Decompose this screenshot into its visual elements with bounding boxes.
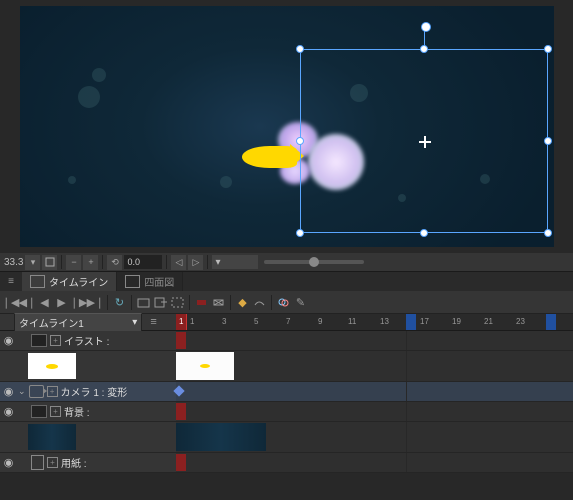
new-folder-icon[interactable]	[136, 295, 151, 310]
resize-handle-ne[interactable]	[544, 45, 552, 53]
timeline-panel-icon	[30, 275, 45, 288]
step-fwd-icon[interactable]: ❘▶	[71, 295, 86, 310]
goto-start-icon[interactable]: ❘◀	[3, 295, 18, 310]
visibility-icon[interactable]: ◉	[2, 405, 15, 418]
interpolate-icon[interactable]	[252, 295, 267, 310]
clip[interactable]	[176, 454, 186, 471]
bg-bubble	[92, 68, 106, 82]
tab-fourview[interactable]: 四面図	[117, 272, 183, 291]
onion-skin-icon[interactable]	[276, 295, 291, 310]
track-header-paper[interactable]: ◉ + 用紙 :	[0, 453, 176, 472]
expand-icon[interactable]: +	[50, 335, 61, 346]
zoom-dropdown[interactable]: ▾	[25, 255, 40, 270]
camera-icon	[29, 385, 44, 398]
resize-handle-se[interactable]	[544, 229, 552, 237]
zoom-out-icon[interactable]: −	[66, 255, 81, 270]
resize-handle-w[interactable]	[296, 137, 304, 145]
onion-slider[interactable]	[264, 260, 364, 264]
play-back-icon[interactable]: ◀	[37, 295, 52, 310]
loop-icon[interactable]: ↻	[112, 295, 127, 310]
cel-thumbnail[interactable]	[28, 424, 76, 450]
keyframe[interactable]	[173, 385, 184, 396]
track-lane[interactable]	[176, 351, 573, 381]
track-header-bg[interactable]: ◉ + 背景 :	[0, 402, 176, 421]
track-lane[interactable]	[176, 402, 573, 421]
track-lane[interactable]	[176, 382, 573, 401]
zoom-value: 33.3	[4, 257, 23, 268]
paper-icon	[31, 455, 44, 470]
cel-thumbnail[interactable]	[28, 353, 76, 379]
select-cel-icon[interactable]	[170, 295, 185, 310]
clip-icon[interactable]	[194, 295, 209, 310]
menu-icon[interactable]: ≡	[0, 272, 22, 291]
resize-handle-sw[interactable]	[296, 229, 304, 237]
track-header-illust[interactable]: ◉ + イラスト :	[0, 331, 176, 350]
new-cel-icon[interactable]	[153, 295, 168, 310]
next-view-icon[interactable]: ▷	[188, 255, 203, 270]
expand-icon[interactable]: +	[47, 457, 58, 468]
play-icon[interactable]: ▶	[54, 295, 69, 310]
resize-handle-s[interactable]	[420, 229, 428, 237]
expand-icon[interactable]: +	[50, 406, 61, 417]
zoom-in-icon[interactable]: +	[83, 255, 98, 270]
clip[interactable]	[176, 332, 186, 349]
bg-bubble	[68, 176, 76, 184]
bg-bubble	[78, 86, 100, 108]
visibility-icon[interactable]: ◉	[2, 334, 15, 347]
track-thumb-row	[0, 351, 176, 381]
clip-cel[interactable]	[176, 352, 234, 380]
keyframe-add-icon[interactable]: ◆	[235, 295, 250, 310]
visibility-icon[interactable]: ◉	[2, 385, 15, 398]
rotation-handle[interactable]	[421, 22, 431, 32]
clip[interactable]	[176, 403, 186, 420]
track-thumb-row	[0, 422, 176, 452]
track-lane[interactable]	[176, 331, 573, 350]
step-back-icon[interactable]: ◀❘	[20, 295, 35, 310]
resize-handle-e[interactable]	[544, 137, 552, 145]
ruler-end-marker[interactable]	[406, 314, 416, 330]
prev-view-icon[interactable]: ◁	[171, 255, 186, 270]
timeline-ruler[interactable]: 1 1 3 5 7 9 11 13 17 19 21 23	[176, 314, 573, 331]
timeline-select[interactable]: タイムライン1▾	[14, 313, 142, 332]
layer-thumb-icon	[31, 405, 47, 418]
bg-bubble	[220, 176, 232, 188]
view-combo[interactable]: ▾	[212, 255, 258, 269]
rotate-icon[interactable]: ⟲	[107, 255, 122, 270]
fish-body	[242, 146, 297, 168]
resize-handle-nw[interactable]	[296, 45, 304, 53]
track-header-camera[interactable]: ◉ ⌄ + カメラ 1 : 変形	[0, 382, 176, 401]
ruler-marker[interactable]	[546, 314, 556, 330]
time-input[interactable]	[124, 255, 162, 269]
status-bar: 33.3 ▾ − + ⟲ ◁ ▷ ▾	[0, 253, 573, 271]
chevron-down-icon: ▾	[132, 317, 137, 328]
transform-pivot[interactable]	[419, 136, 431, 148]
chevron-down-icon[interactable]: ⌄	[18, 386, 26, 397]
tab-timeline[interactable]: タイムライン	[22, 272, 117, 291]
layer-thumb-icon	[31, 334, 47, 347]
track-lane[interactable]	[176, 422, 573, 452]
visibility-icon[interactable]: ◉	[2, 456, 15, 469]
expand-icon[interactable]: +	[47, 386, 58, 397]
timeline-tracks: ◉ + イラスト : ◉ ⌄ + カメラ 1 : 変形	[0, 331, 573, 473]
fourview-panel-icon	[125, 275, 140, 288]
canvas-viewport[interactable]	[20, 6, 554, 247]
chevron-down-icon: ▾	[215, 257, 220, 268]
timeline-list-icon[interactable]: ≡	[146, 315, 161, 330]
clip-cel[interactable]	[176, 423, 266, 451]
delete-clip-icon[interactable]	[211, 295, 226, 310]
goto-end-icon[interactable]: ▶❘	[88, 295, 103, 310]
edit-icon[interactable]: ✎	[293, 295, 308, 310]
track-lane[interactable]	[176, 453, 573, 472]
resize-handle-n[interactable]	[420, 45, 428, 53]
zoom-fit-icon[interactable]	[42, 255, 57, 270]
